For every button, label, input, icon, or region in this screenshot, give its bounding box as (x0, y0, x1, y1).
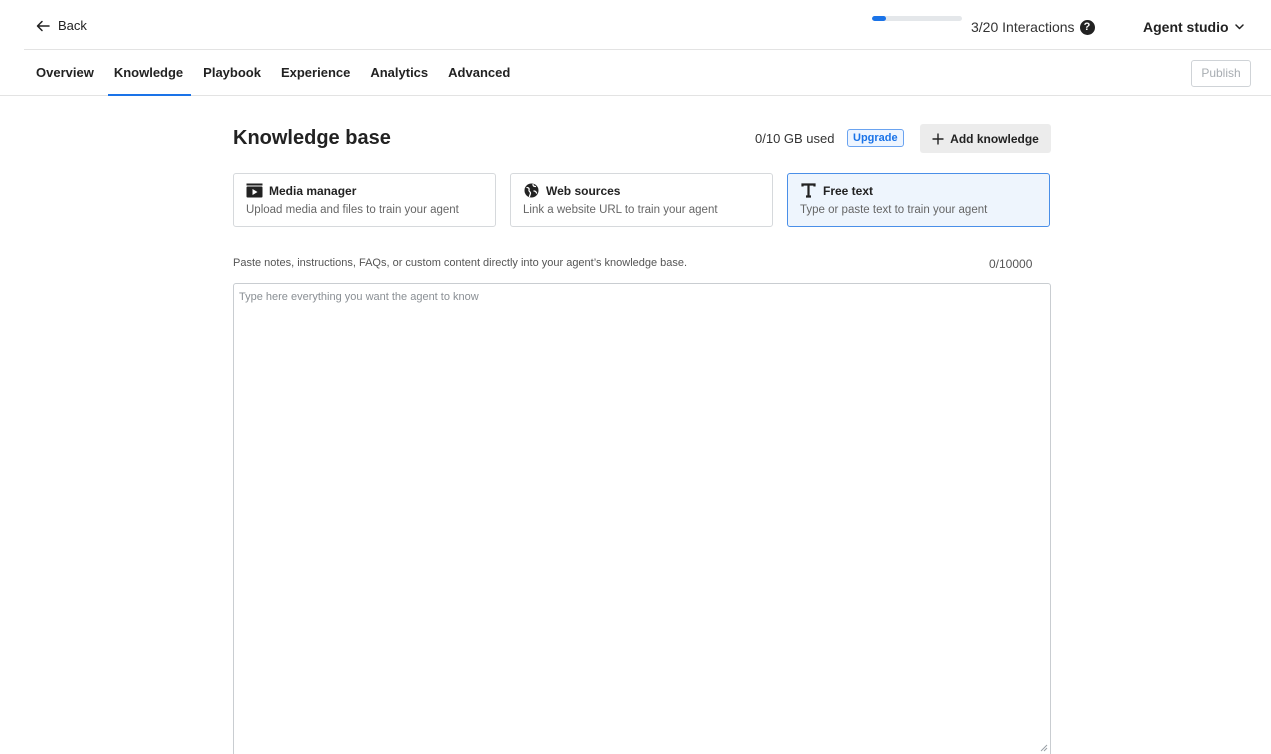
source-description: Type or paste text to train your agent (800, 204, 988, 216)
source-card-free-text[interactable]: Free text Type or paste text to train yo… (787, 173, 1050, 227)
top-bar: Back 3/20 Interactions ? Agent studio (0, 0, 1271, 50)
tab-experience[interactable]: Experience (281, 50, 350, 95)
character-counter: 0/10000 (989, 257, 1033, 271)
source-card-media-manager[interactable]: Media manager Upload media and files to … (233, 173, 496, 227)
resize-handle-icon[interactable] (1040, 744, 1048, 752)
help-icon[interactable]: ? (1079, 19, 1095, 35)
plus-icon (932, 133, 944, 144)
free-text-input[interactable] (233, 283, 1051, 754)
back-label: Back (58, 18, 87, 33)
source-title: Media manager (269, 183, 357, 198)
publish-button[interactable]: Publish (1191, 60, 1251, 87)
source-description: Upload media and files to train your age… (246, 204, 459, 216)
globe-icon (524, 183, 539, 198)
tab-bar: Overview Knowledge Playbook Experience A… (0, 50, 1271, 96)
tab-analytics[interactable]: Analytics (370, 50, 428, 95)
progress-fill (872, 16, 886, 21)
interactions-label: 3/20 Interactions (971, 19, 1075, 35)
source-card-web-sources[interactable]: Web sources Link a website URL to train … (510, 173, 773, 227)
interactions-progress (872, 16, 962, 21)
storage-usage: 0/10 GB used (755, 131, 835, 146)
progress-track (872, 16, 962, 21)
text-icon (801, 183, 816, 198)
add-knowledge-label: Add knowledge (950, 131, 1039, 146)
chevron-down-icon (1234, 24, 1244, 30)
add-knowledge-button[interactable]: Add knowledge (920, 124, 1051, 153)
workspace-dropdown[interactable]: Agent studio (1143, 19, 1244, 35)
source-description: Link a website URL to train your agent (523, 204, 718, 216)
source-title: Free text (823, 183, 874, 198)
back-button[interactable]: Back (36, 18, 87, 33)
media-icon (246, 183, 263, 198)
tab-advanced[interactable]: Advanced (448, 50, 510, 95)
free-text-hint: Paste notes, instructions, FAQs, or cust… (233, 257, 688, 269)
source-title: Web sources (546, 183, 621, 198)
page-title: Knowledge base (233, 127, 391, 149)
upgrade-button[interactable]: Upgrade (847, 129, 904, 147)
arrow-left-icon (36, 20, 50, 31)
interactions-counter: 3/20 Interactions ? (971, 19, 1095, 35)
workspace-label: Agent studio (1143, 19, 1229, 35)
tab-playbook[interactable]: Playbook (203, 50, 261, 95)
tab-overview[interactable]: Overview (36, 50, 94, 95)
tab-knowledge[interactable]: Knowledge (107, 50, 192, 96)
